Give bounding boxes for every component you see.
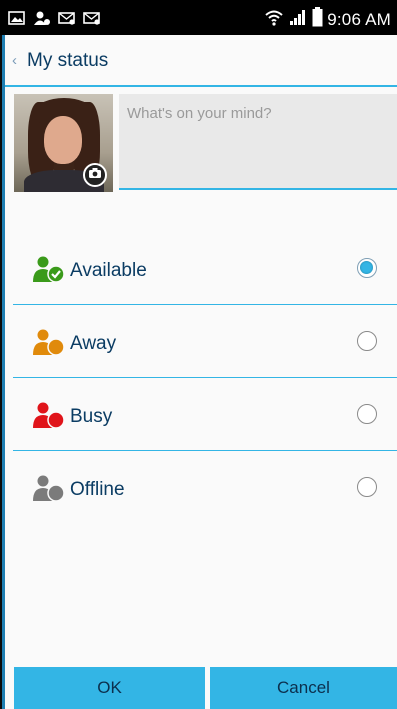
available-radio[interactable] — [357, 258, 377, 278]
status-label: Offline — [70, 479, 125, 500]
cancel-button[interactable]: Cancel — [210, 667, 397, 709]
battery-icon — [312, 7, 323, 32]
chevron-left-icon: ‹ — [12, 52, 17, 69]
ok-button[interactable]: OK — [14, 667, 205, 709]
offline-person-icon — [33, 475, 69, 502]
notification-icons — [8, 10, 101, 26]
offline-radio[interactable] — [357, 477, 377, 497]
status-options-list: Available Away Busy Offline — [13, 232, 397, 524]
page-title: My status — [27, 50, 109, 71]
system-indicators: 9:06 AM — [264, 7, 391, 32]
away-person-icon — [33, 329, 69, 356]
status-label: Away — [70, 333, 117, 354]
header-back-nav[interactable]: ‹ My status — [5, 35, 397, 87]
camera-icon — [88, 166, 102, 184]
signal-icon — [288, 8, 308, 31]
contact-notification-icon — [33, 10, 51, 26]
status-option-busy[interactable]: Busy — [13, 378, 397, 451]
status-option-available[interactable]: Available — [13, 232, 397, 305]
mail-notification-icon — [58, 10, 76, 26]
status-message-input[interactable] — [119, 94, 397, 190]
wifi-icon — [264, 8, 284, 31]
busy-radio[interactable] — [357, 404, 377, 424]
avatar[interactable] — [14, 94, 113, 192]
clock-time: 9:06 AM — [327, 9, 391, 29]
status-label: Available — [70, 260, 147, 281]
system-status-bar: 9:06 AM — [0, 0, 397, 35]
status-option-away[interactable]: Away — [13, 305, 397, 378]
change-photo-button[interactable] — [83, 163, 107, 187]
away-radio[interactable] — [357, 331, 377, 351]
image-notification-icon — [8, 10, 26, 26]
available-person-icon — [33, 256, 69, 283]
my-status-screen: ‹ My status Available — [2, 35, 397, 709]
status-option-offline[interactable]: Offline — [13, 451, 397, 524]
status-label: Busy — [70, 406, 113, 427]
mail-notification-icon — [83, 10, 101, 26]
busy-person-icon — [33, 402, 69, 429]
